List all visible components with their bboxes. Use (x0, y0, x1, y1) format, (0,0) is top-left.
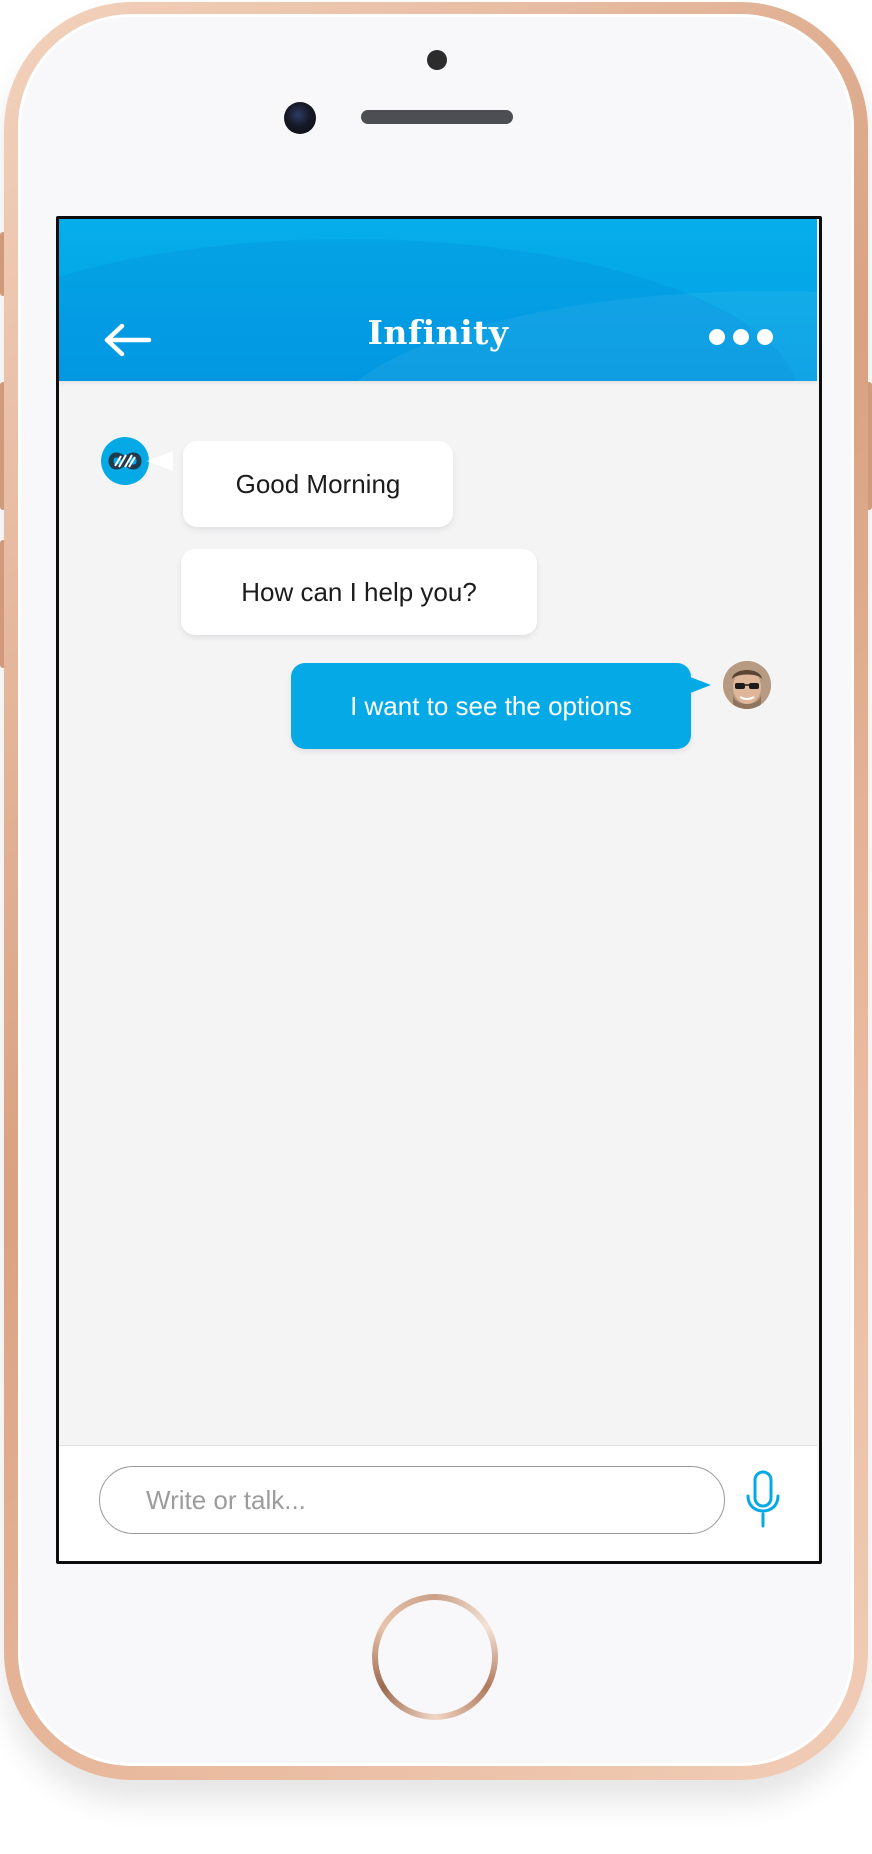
front-camera (284, 102, 316, 134)
user-photo-icon (723, 661, 771, 709)
bot-message-bubble: How can I help you? (181, 549, 537, 635)
app-screen: Infinity Good Morning How can I help you… (56, 216, 822, 1564)
more-dots-icon (757, 329, 773, 345)
phone-mockup: Infinity Good Morning How can I help you… (0, 0, 872, 1854)
more-dots-icon (709, 329, 725, 345)
proximity-sensor (427, 50, 447, 70)
bubble-tail (147, 451, 173, 471)
microphone-icon (746, 1470, 780, 1528)
avatar (723, 661, 771, 709)
more-dots-icon (733, 329, 749, 345)
composer-bar (59, 1445, 817, 1561)
bubble-tail (685, 675, 711, 695)
infinity-logo-icon (108, 452, 142, 470)
page-title: Infinity (367, 313, 509, 352)
more-options-button[interactable] (709, 322, 773, 352)
message-input[interactable] (99, 1466, 725, 1534)
message-text: How can I help you? (241, 576, 477, 607)
earpiece-speaker (361, 110, 513, 124)
message-text: Good Morning (235, 468, 401, 499)
bot-avatar (101, 437, 149, 485)
user-message-bubble: I want to see the options (291, 663, 691, 749)
app-header: Infinity (59, 219, 817, 381)
bot-message-bubble: Good Morning (183, 441, 453, 527)
microphone-button[interactable] (745, 1470, 781, 1530)
home-button[interactable] (372, 1594, 498, 1720)
message-text: I want to see the options (350, 690, 632, 721)
